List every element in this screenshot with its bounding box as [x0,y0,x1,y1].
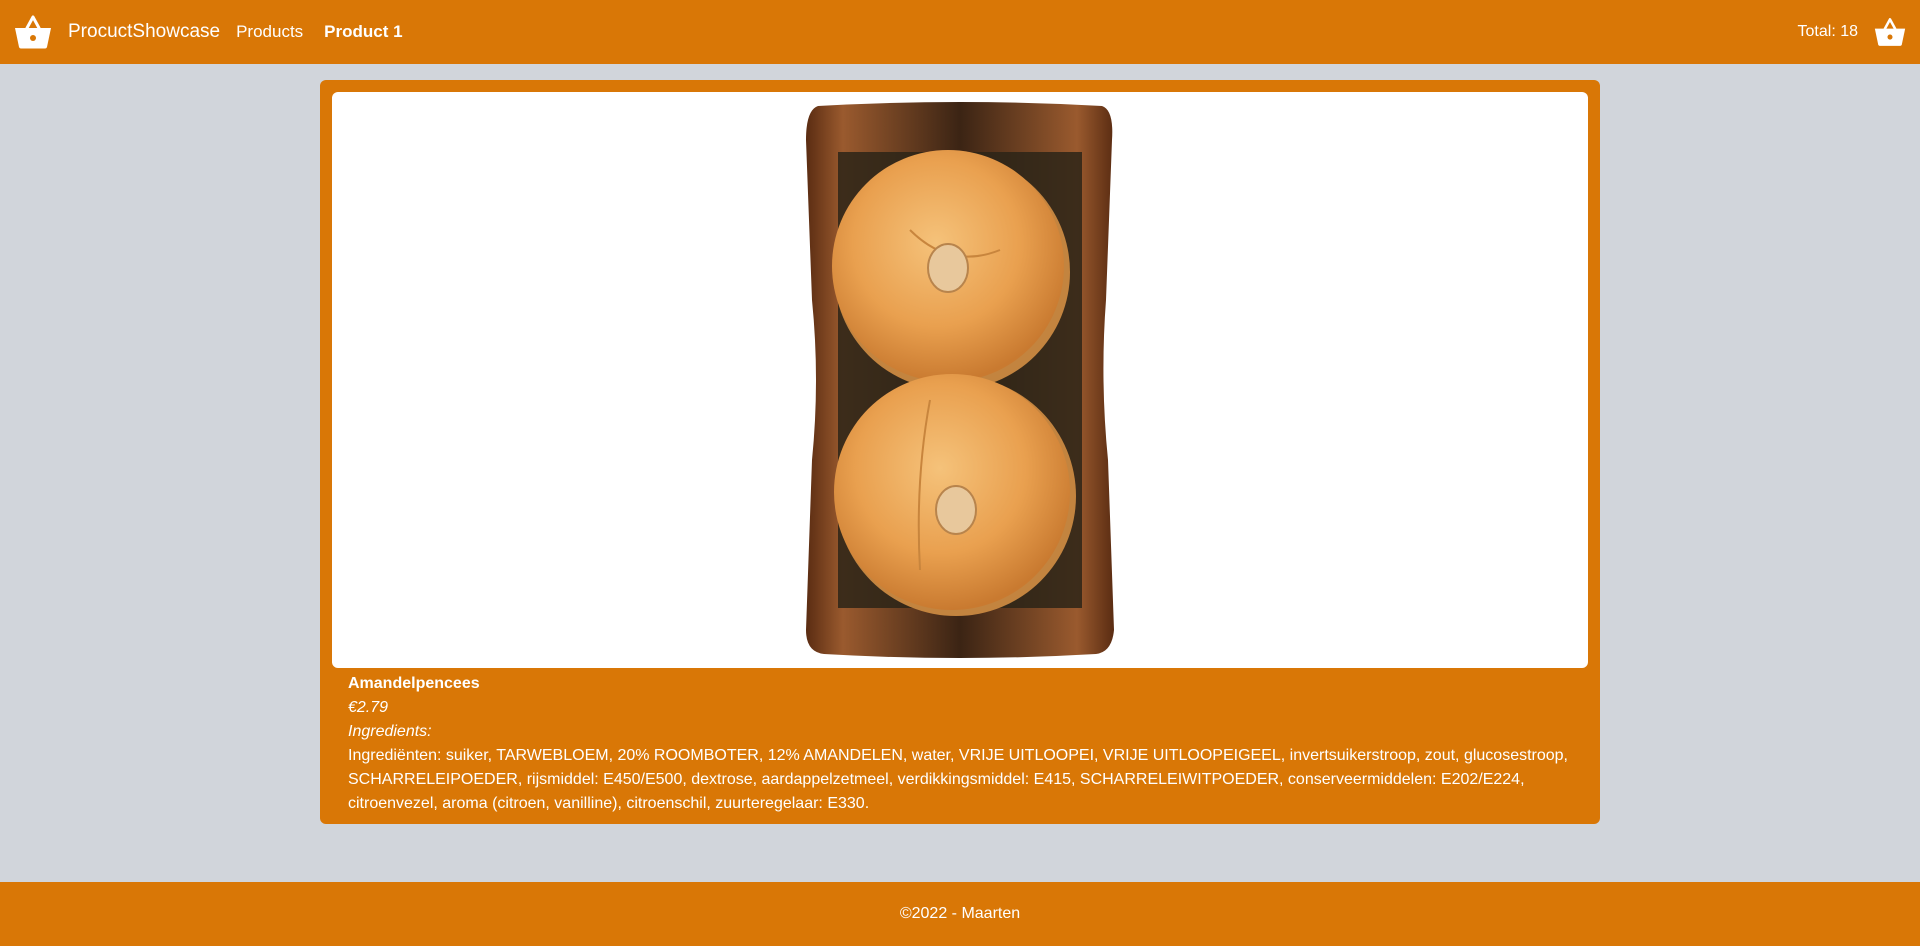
brand-name[interactable]: ProcuctShowcase [68,21,220,43]
navbar: ProcuctShowcase Products Product 1 Total… [0,0,1920,64]
cart-button[interactable] [1874,17,1906,47]
basket-icon [1874,18,1906,46]
nav-link-product-1[interactable]: Product 1 [324,22,402,42]
nav-link-products[interactable]: Products [236,22,303,42]
nav-left: ProcuctShowcase Products Product 1 [14,15,424,49]
product-image [806,102,1114,658]
nav-right: Total: 18 [1798,17,1906,47]
basket-logo-svg [15,15,51,49]
basket-icon[interactable] [14,15,52,49]
ingredients-label: Ingredients: [348,723,432,740]
product-name: Amandelpencees [348,675,480,692]
footer-copyright: ©2022 - Maarten [899,905,1021,922]
product-card: Amandelpencees €2.79 Ingredients: Ingred… [320,80,1600,824]
product-price: €2.79 [348,699,389,716]
product-info: Amandelpencees €2.79 Ingredients: Ingred… [348,672,1584,816]
footer: ©2022 - Maarten [0,882,1920,946]
cart-total: Total: 18 [1797,23,1858,40]
product-image-container [332,92,1588,668]
ingredients-text: Ingrediënten: suiker, TARWEBLOEM, 20% RO… [348,747,1568,812]
